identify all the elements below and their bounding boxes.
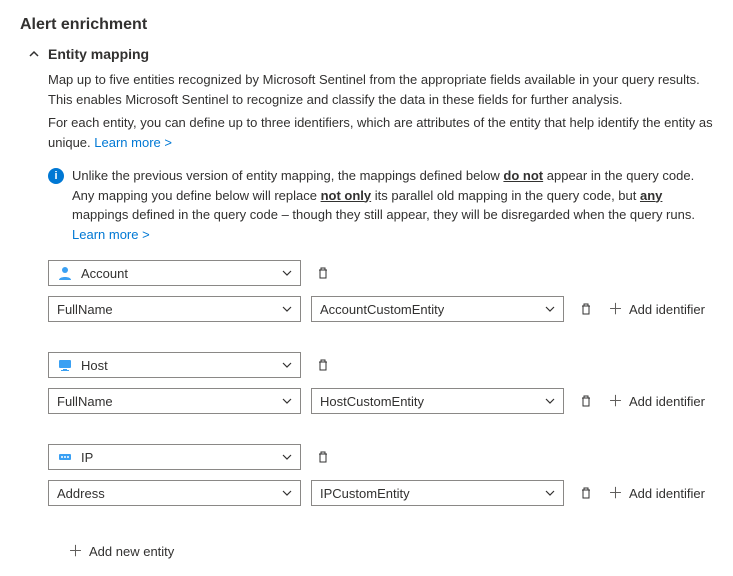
chevron-down-icon	[282, 488, 292, 498]
entity-type-select[interactable]: Account	[48, 260, 301, 286]
section-label: Entity mapping	[48, 46, 149, 62]
info-icon: i	[48, 168, 64, 184]
info-text: Unlike the previous version of entity ma…	[72, 166, 713, 244]
delete-identifier-button[interactable]	[574, 297, 598, 321]
chevron-down-icon	[282, 304, 292, 314]
chevron-down-icon	[545, 304, 555, 314]
plus-icon: ＋	[608, 302, 623, 317]
host-icon	[57, 357, 73, 373]
delete-entity-button[interactable]	[311, 445, 335, 469]
delete-entity-button[interactable]	[311, 261, 335, 285]
identifier-select[interactable]: FullName	[48, 388, 301, 414]
entity-type-value: Account	[81, 266, 128, 281]
chevron-down-icon	[282, 396, 292, 406]
account-icon	[57, 265, 73, 281]
chevron-down-icon	[545, 396, 555, 406]
add-identifier-button[interactable]: ＋ Add identifier	[608, 302, 705, 317]
chevron-up-icon	[28, 48, 40, 60]
identifier-select[interactable]: FullName	[48, 296, 301, 322]
add-entity-button[interactable]: ＋ Add new entity	[68, 544, 174, 559]
value-value: HostCustomEntity	[320, 394, 424, 409]
info-box: i Unlike the previous version of entity …	[48, 166, 713, 244]
entity-block: Account FullName AccountCustomEntity	[48, 260, 713, 322]
identifier-value: Address	[57, 486, 105, 501]
add-identifier-button[interactable]: ＋ Add identifier	[608, 394, 705, 409]
value-select[interactable]: IPCustomEntity	[311, 480, 564, 506]
value-value: IPCustomEntity	[320, 486, 410, 501]
delete-entity-button[interactable]	[311, 353, 335, 377]
entity-type-select[interactable]: Host	[48, 352, 301, 378]
section-toggle[interactable]: Entity mapping	[28, 46, 713, 62]
entity-type-value: Host	[81, 358, 108, 373]
value-value: AccountCustomEntity	[320, 302, 444, 317]
entity-block: Host FullName HostCustomEntity	[48, 352, 713, 414]
ip-icon	[57, 449, 73, 465]
chevron-down-icon	[282, 452, 292, 462]
plus-icon: ＋	[608, 486, 623, 501]
entity-type-select[interactable]: IP	[48, 444, 301, 470]
entity-type-value: IP	[81, 450, 93, 465]
learn-more-link[interactable]: Learn more >	[94, 135, 172, 150]
identifier-value: FullName	[57, 302, 113, 317]
plus-icon: ＋	[608, 394, 623, 409]
plus-icon: ＋	[68, 544, 83, 559]
identifier-select[interactable]: Address	[48, 480, 301, 506]
section-body: Map up to five entities recognized by Mi…	[48, 70, 713, 559]
description-1: Map up to five entities recognized by Mi…	[48, 70, 713, 109]
chevron-down-icon	[545, 488, 555, 498]
chevron-down-icon	[282, 360, 292, 370]
info-learn-more-link[interactable]: Learn more >	[72, 227, 150, 242]
delete-identifier-button[interactable]	[574, 389, 598, 413]
value-select[interactable]: AccountCustomEntity	[311, 296, 564, 322]
entity-block: IP Address IPCustomEntity	[48, 444, 713, 506]
identifier-value: FullName	[57, 394, 113, 409]
add-identifier-button[interactable]: ＋ Add identifier	[608, 486, 705, 501]
chevron-down-icon	[282, 268, 292, 278]
description-2: For each entity, you can define up to th…	[48, 113, 713, 152]
value-select[interactable]: HostCustomEntity	[311, 388, 564, 414]
delete-identifier-button[interactable]	[574, 481, 598, 505]
page-title: Alert enrichment	[20, 16, 713, 34]
